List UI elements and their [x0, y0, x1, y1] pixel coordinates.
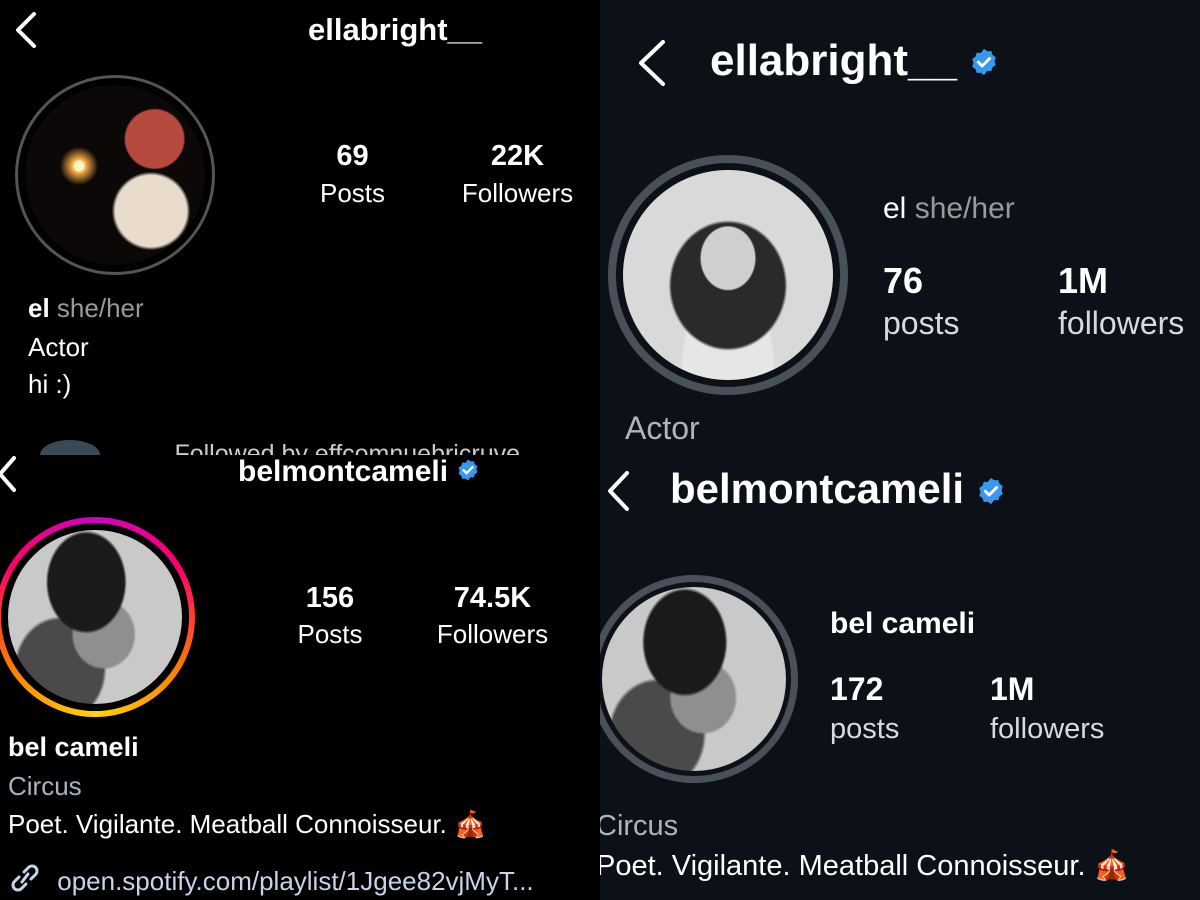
bio-text: Poet. Vigilante. Meatball Connoisseur. 🎪	[8, 809, 487, 839]
avatar[interactable]	[623, 170, 833, 380]
posts-label[interactable]: Posts	[290, 178, 415, 209]
posts-count: 156	[305, 582, 355, 614]
followers-count: 74.5K	[453, 582, 532, 614]
username-text: ellabright__	[710, 36, 957, 85]
username-title: ellabright__	[308, 12, 482, 47]
username-title: belmontcameli	[238, 455, 480, 490]
panel-top-left: ellabright__ 69 Posts 22K Followers el s…	[0, 0, 600, 455]
link-icon	[8, 863, 42, 900]
bio-name: bel cameli	[8, 732, 139, 762]
followers-label[interactable]: Followers	[445, 178, 590, 209]
profile-name: el	[883, 192, 907, 225]
profile-category: Actor	[625, 410, 700, 446]
username-text: belmontcameli	[670, 465, 965, 512]
posts-count: 76	[883, 260, 924, 301]
posts-count: 69	[336, 140, 369, 172]
avatar[interactable]	[8, 530, 182, 704]
username-text: belmontcameli	[238, 455, 449, 488]
profile-name: bel cameli	[830, 607, 976, 640]
verified-badge-icon	[969, 38, 999, 88]
bio-category: Actor	[28, 332, 89, 362]
back-arrow-icon[interactable]	[635, 38, 669, 88]
avatar[interactable]	[602, 587, 786, 771]
back-arrow-icon[interactable]	[0, 455, 20, 493]
followers-label[interactable]: followers	[1058, 305, 1184, 342]
posts-label[interactable]: Posts	[280, 619, 380, 650]
followers-count: 1M	[990, 671, 1035, 707]
username-title: ellabright__	[710, 36, 999, 88]
bio-category: Circus	[8, 771, 82, 801]
bio-name: el	[28, 293, 50, 323]
bio-link-row[interactable]: open.spotify.com/playlist/1Jgee82vjMyT..…	[8, 863, 600, 900]
posts-count: 172	[830, 671, 884, 707]
followers-label[interactable]: Followers	[425, 619, 560, 650]
posts-label[interactable]: posts	[883, 305, 959, 342]
panel-bottom-right: belmontcameli bel cameli 172 posts 1M fo…	[600, 455, 1200, 900]
follower-avatars	[40, 440, 100, 455]
profile-bio: Poet. Vigilante. Meatball Connoisseur. 🎪	[600, 850, 1130, 882]
bio-name-line: el she/her	[28, 293, 144, 324]
bio-text: hi :)	[28, 369, 72, 399]
verified-badge-icon	[456, 456, 480, 490]
profile-category: Circus	[600, 810, 679, 842]
followers-count: 1M	[1058, 260, 1109, 301]
profile-name-line: el she/her	[883, 192, 1015, 226]
back-arrow-icon[interactable]	[605, 469, 633, 513]
posts-label[interactable]: posts	[830, 713, 899, 746]
bio-pronouns: she/her	[56, 293, 144, 323]
panel-bottom-left: belmontcameli 156 Posts 74.5K Followers …	[0, 455, 600, 900]
followed-by-row[interactable]: Followed by effcomnuebricruve	[40, 440, 600, 455]
panel-top-right: ellabright__ el she/her 76 posts 1M foll…	[600, 0, 1200, 455]
profile-pronouns: she/her	[914, 192, 1015, 225]
username-title: belmontcameli	[670, 465, 1006, 516]
verified-badge-icon	[976, 468, 1006, 516]
avatar[interactable]	[25, 85, 205, 265]
followers-label[interactable]: followers	[990, 713, 1104, 746]
followed-by-text: Followed by effcomnuebricruve	[174, 440, 520, 455]
followers-count: 22K	[490, 140, 545, 172]
bio-link[interactable]: open.spotify.com/playlist/1Jgee82vjMyT..…	[57, 866, 533, 896]
